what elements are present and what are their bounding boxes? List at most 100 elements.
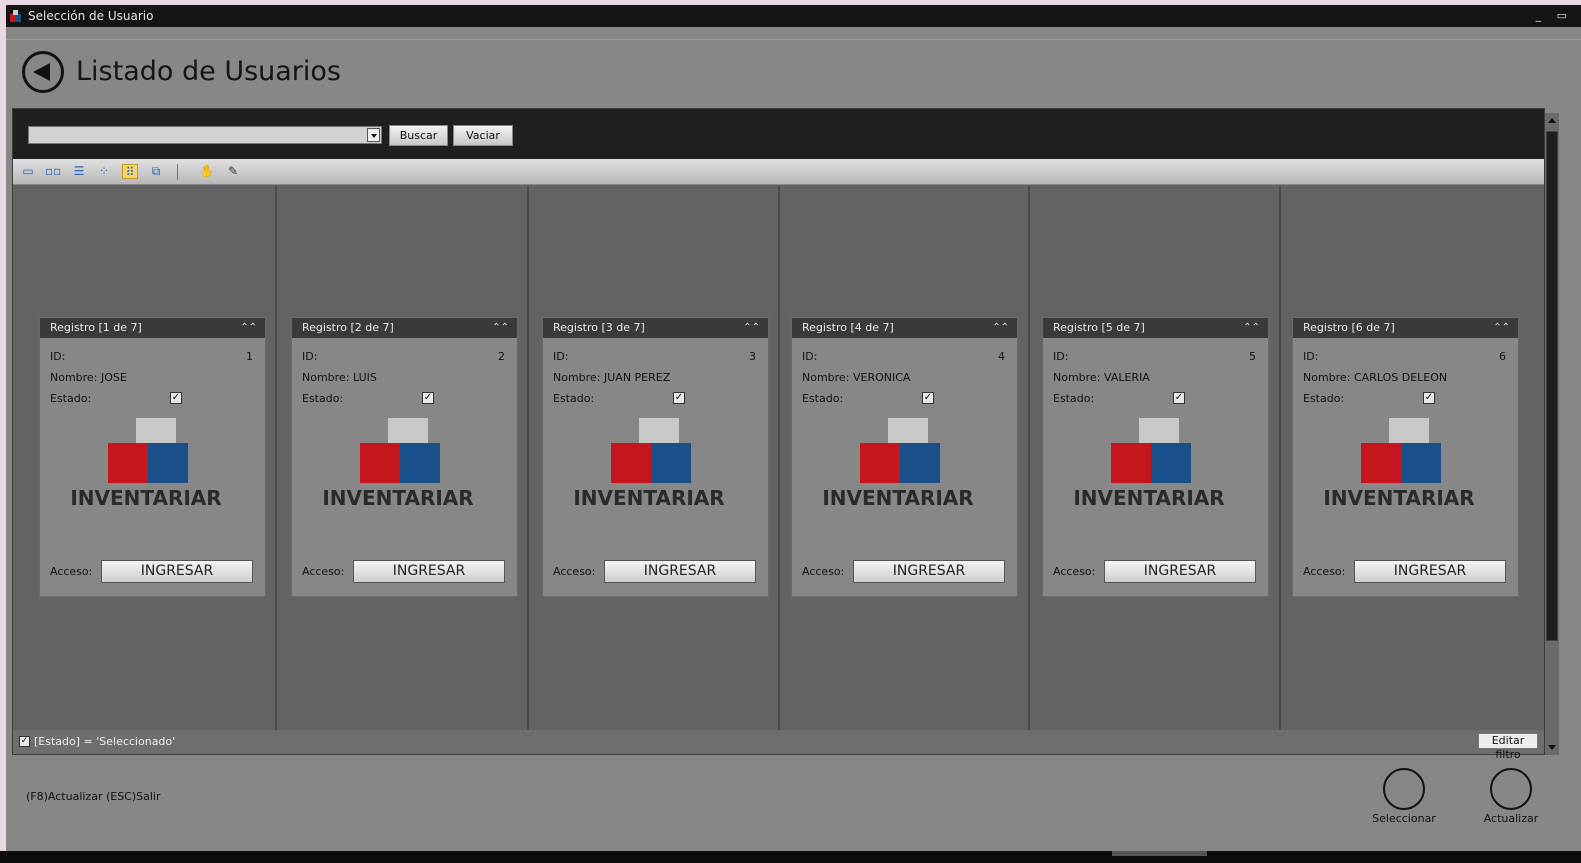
card-header[interactable]: Registro [6 de 7] ⌃⌃ (1293, 318, 1518, 338)
estado-label: Estado: (802, 392, 844, 405)
edit-filter-button[interactable]: Editar filtro (1478, 733, 1538, 761)
id-label: ID: (802, 350, 818, 363)
scroll-thumb[interactable] (1546, 131, 1558, 641)
card-header[interactable]: Registro [5 de 7] ⌃⌃ (1043, 318, 1268, 338)
pan-hand-icon[interactable]: ✋ (199, 164, 215, 179)
chevron-down-icon[interactable] (367, 128, 380, 142)
vertical-scrollbar[interactable] (1545, 113, 1559, 755)
estado-label: Estado: (302, 392, 344, 405)
collapse-chevron-icon[interactable]: ⌃⌃ (240, 318, 257, 338)
nombre-label: Nombre: (553, 371, 601, 384)
ingresar-button[interactable]: INGRESAR (101, 560, 253, 583)
id-value: 6 (1499, 350, 1506, 363)
filter-checkbox[interactable]: ✓ (19, 736, 30, 747)
estado-checkbox[interactable]: ✓ (1173, 392, 1185, 404)
ingresar-button[interactable]: INGRESAR (353, 560, 505, 583)
seleccionar-button[interactable] (1383, 768, 1425, 810)
ingresar-button[interactable]: INGRESAR (853, 560, 1005, 583)
nombre-label: Nombre: (50, 371, 98, 384)
ingresar-button[interactable]: INGRESAR (1104, 560, 1256, 583)
id-label: ID: (50, 350, 66, 363)
customize-icon[interactable]: ✎ (225, 164, 241, 179)
collapse-chevron-icon[interactable]: ⌃⌃ (743, 318, 760, 338)
logo-text: INVENTARIAR (573, 486, 724, 510)
user-card[interactable]: Registro [4 de 7] ⌃⌃ ID: 4 Nombre: VERONICA Es… (791, 317, 1018, 597)
user-card[interactable]: Registro [1 de 7] ⌃⌃ ID: 1 Nombre: JOSE Estado… (39, 317, 266, 597)
estado-checkbox[interactable]: ✓ (922, 392, 934, 404)
carousel-view-icon[interactable]: ⧉ (148, 164, 164, 179)
id-label: ID: (1303, 350, 1319, 363)
logo-text: INVENTARIAR (322, 486, 473, 510)
estado-checkbox[interactable]: ✓ (422, 392, 434, 404)
card-header-label: Registro [4 de 7] (802, 321, 894, 334)
screen: Selección de Usuario _ ▭ Listado de Usua… (0, 0, 1581, 863)
inventariar-logo: INVENTARIAR (573, 418, 725, 510)
title-bar: Selección de Usuario _ ▭ (6, 5, 1581, 27)
scroll-down-icon[interactable] (1548, 745, 1556, 750)
acceso-label: Acceso: (802, 565, 845, 578)
card-column: Registro [2 de 7] ⌃⌃ ID: 2 Nombre: LUIS Estado… (277, 186, 529, 730)
inventariar-logo: INVENTARIAR (1073, 418, 1225, 510)
multi-cards-view-icon[interactable]: ⁘ (96, 164, 112, 179)
inventariar-logo: INVENTARIAR (322, 418, 474, 510)
id-label: ID: (553, 350, 569, 363)
nombre-value: LUIS (353, 371, 377, 384)
logo-text: INVENTARIAR (1073, 486, 1224, 510)
actualizar-button[interactable] (1490, 768, 1532, 810)
id-label: ID: (1053, 350, 1069, 363)
id-value: 1 (246, 350, 253, 363)
single-card-view-icon[interactable]: ▭ (20, 164, 36, 179)
id-value: 3 (749, 350, 756, 363)
vaciar-button[interactable]: Vaciar (453, 125, 513, 146)
user-card[interactable]: Registro [3 de 7] ⌃⌃ ID: 3 Nombre: JUAN PEREZ… (542, 317, 769, 597)
estado-checkbox[interactable]: ✓ (673, 392, 685, 404)
nombre-value: VERONICA (853, 371, 911, 384)
card-header[interactable]: Registro [4 de 7] ⌃⌃ (792, 318, 1017, 338)
filter-text: [Estado] = 'Seleccionado' (34, 735, 176, 748)
collapse-chevron-icon[interactable]: ⌃⌃ (1493, 318, 1510, 338)
logo-text: INVENTARIAR (822, 486, 973, 510)
page-title: Listado de Usuarios (76, 56, 341, 87)
nombre-value: VALERIA (1104, 371, 1150, 384)
ingresar-button[interactable]: INGRESAR (1354, 560, 1506, 583)
user-card[interactable]: Registro [2 de 7] ⌃⌃ ID: 2 Nombre: LUIS Estado… (291, 317, 518, 597)
estado-label: Estado: (553, 392, 595, 405)
ingresar-button[interactable]: INGRESAR (604, 560, 756, 583)
vertical-view-icon[interactable]: ☰ (71, 164, 87, 179)
collapse-chevron-icon[interactable]: ⌃⌃ (992, 318, 1009, 338)
window-controls[interactable]: _ ▭ (1536, 9, 1573, 22)
back-button[interactable] (22, 51, 64, 93)
window-title: Selección de Usuario (28, 9, 154, 23)
nombre-value: CARLOS DELEON (1354, 371, 1448, 384)
app-icon (10, 10, 21, 22)
two-cards-view-icon[interactable]: ▫▫ (45, 164, 61, 179)
user-card[interactable]: Registro [6 de 7] ⌃⌃ ID: 6 Nombre: CARLOS DEL… (1292, 317, 1519, 597)
card-column: Registro [4 de 7] ⌃⌃ ID: 4 Nombre: VERONICA Es… (780, 186, 1030, 730)
card-header[interactable]: Registro [2 de 7] ⌃⌃ (292, 318, 517, 338)
filter-bar: ✓ [Estado] = 'Seleccionado' Editar filtr… (13, 730, 1544, 761)
scroll-up-icon[interactable] (1548, 118, 1556, 123)
collapse-chevron-icon[interactable]: ⌃⌃ (1243, 318, 1260, 338)
estado-checkbox[interactable]: ✓ (1423, 392, 1435, 404)
taskbar-segment (1112, 851, 1207, 856)
divider (6, 39, 1581, 40)
card-header[interactable]: Registro [3 de 7] ⌃⌃ (543, 318, 768, 338)
grid-cards-view-icon[interactable]: ⠿ (122, 164, 138, 179)
buscar-button[interactable]: Buscar (389, 125, 448, 146)
estado-checkbox[interactable]: ✓ (170, 392, 182, 404)
inventariar-logo: INVENTARIAR (822, 418, 974, 510)
card-header-label: Registro [3 de 7] (553, 321, 645, 334)
logo-text: INVENTARIAR (1323, 486, 1474, 510)
card-header[interactable]: Registro [1 de 7] ⌃⌃ (40, 318, 265, 338)
logo-text: INVENTARIAR (70, 486, 221, 510)
nombre-label: Nombre: (1303, 371, 1351, 384)
collapse-chevron-icon[interactable]: ⌃⌃ (492, 318, 509, 338)
estado-label: Estado: (1053, 392, 1095, 405)
user-card[interactable]: Registro [5 de 7] ⌃⌃ ID: 5 Nombre: VALERIA Est… (1042, 317, 1269, 597)
layout-toolbar: ▭ ▫▫ ☰ ⁘ ⠿ ⧉ ✋ ✎ (13, 159, 1544, 185)
acceso-label: Acceso: (1303, 565, 1346, 578)
nombre-label: Nombre: (302, 371, 350, 384)
search-combobox[interactable] (28, 126, 382, 144)
seleccionar-label: Seleccionar (1372, 812, 1436, 825)
id-value: 2 (498, 350, 505, 363)
